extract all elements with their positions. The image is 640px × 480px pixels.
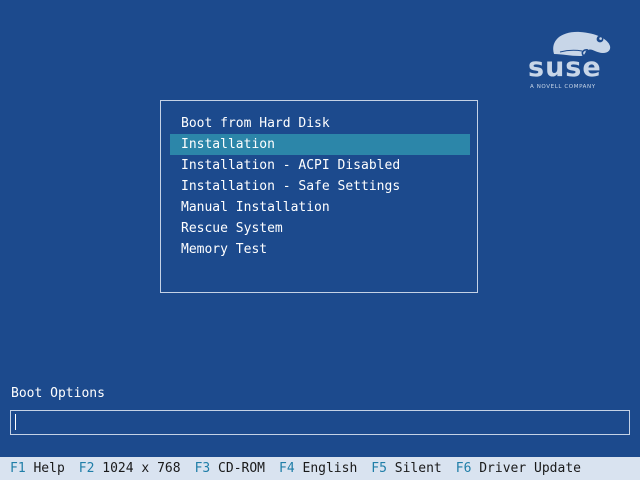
fkey-source[interactable]: F3 CD-ROM bbox=[195, 461, 265, 476]
fkey-resolution[interactable]: F2 1024 x 768 bbox=[79, 461, 181, 476]
boot-options-label: Boot Options bbox=[11, 386, 105, 401]
fkey-key: F3 bbox=[194, 461, 211, 476]
fkey-splash[interactable]: F5 Silent bbox=[371, 461, 441, 476]
fkey-label: CD-ROM bbox=[218, 461, 266, 476]
menu-item-installation-acpi-disabled[interactable]: Installation - ACPI Disabled bbox=[170, 155, 470, 176]
fkey-label: 1024 x 768 bbox=[102, 461, 181, 476]
logo-wordmark: suse bbox=[528, 52, 602, 83]
fkey-key: F2 bbox=[78, 461, 95, 476]
text-cursor bbox=[15, 414, 16, 430]
boot-menu-list: Boot from Hard Disk Installation Install… bbox=[170, 113, 470, 260]
fkey-key: F4 bbox=[279, 461, 295, 476]
menu-item-memory-test[interactable]: Memory Test bbox=[170, 239, 470, 260]
menu-item-boot-from-hard-disk[interactable]: Boot from Hard Disk bbox=[170, 113, 470, 134]
fkey-key: F5 bbox=[371, 461, 387, 476]
fkey-key: F1 bbox=[10, 461, 26, 476]
fkey-label: Help bbox=[33, 461, 65, 476]
fkey-help[interactable]: F1 Help bbox=[10, 461, 65, 476]
boot-options-input[interactable] bbox=[10, 410, 630, 435]
fkey-key: F6 bbox=[455, 461, 472, 476]
boot-menu: Boot from Hard Disk Installation Install… bbox=[160, 100, 478, 293]
fkey-label: English bbox=[302, 461, 358, 476]
menu-item-installation[interactable]: Installation bbox=[170, 134, 470, 155]
function-key-bar: F1 Help F2 1024 x 768 F3 CD-ROM F4 Engli… bbox=[0, 457, 640, 480]
fkey-label: Driver Update bbox=[479, 461, 581, 476]
menu-item-manual-installation[interactable]: Manual Installation bbox=[170, 197, 470, 218]
fkey-label: Silent bbox=[394, 461, 442, 476]
logo-tagline: A NOVELL COMPANY bbox=[530, 84, 596, 90]
fkey-language[interactable]: F4 English bbox=[279, 461, 357, 476]
suse-logo: suse A NOVELL COMPANY bbox=[524, 28, 616, 94]
fkey-driver-update[interactable]: F6 Driver Update bbox=[456, 461, 581, 476]
menu-item-rescue-system[interactable]: Rescue System bbox=[170, 218, 470, 239]
menu-item-installation-safe-settings[interactable]: Installation - Safe Settings bbox=[170, 176, 470, 197]
